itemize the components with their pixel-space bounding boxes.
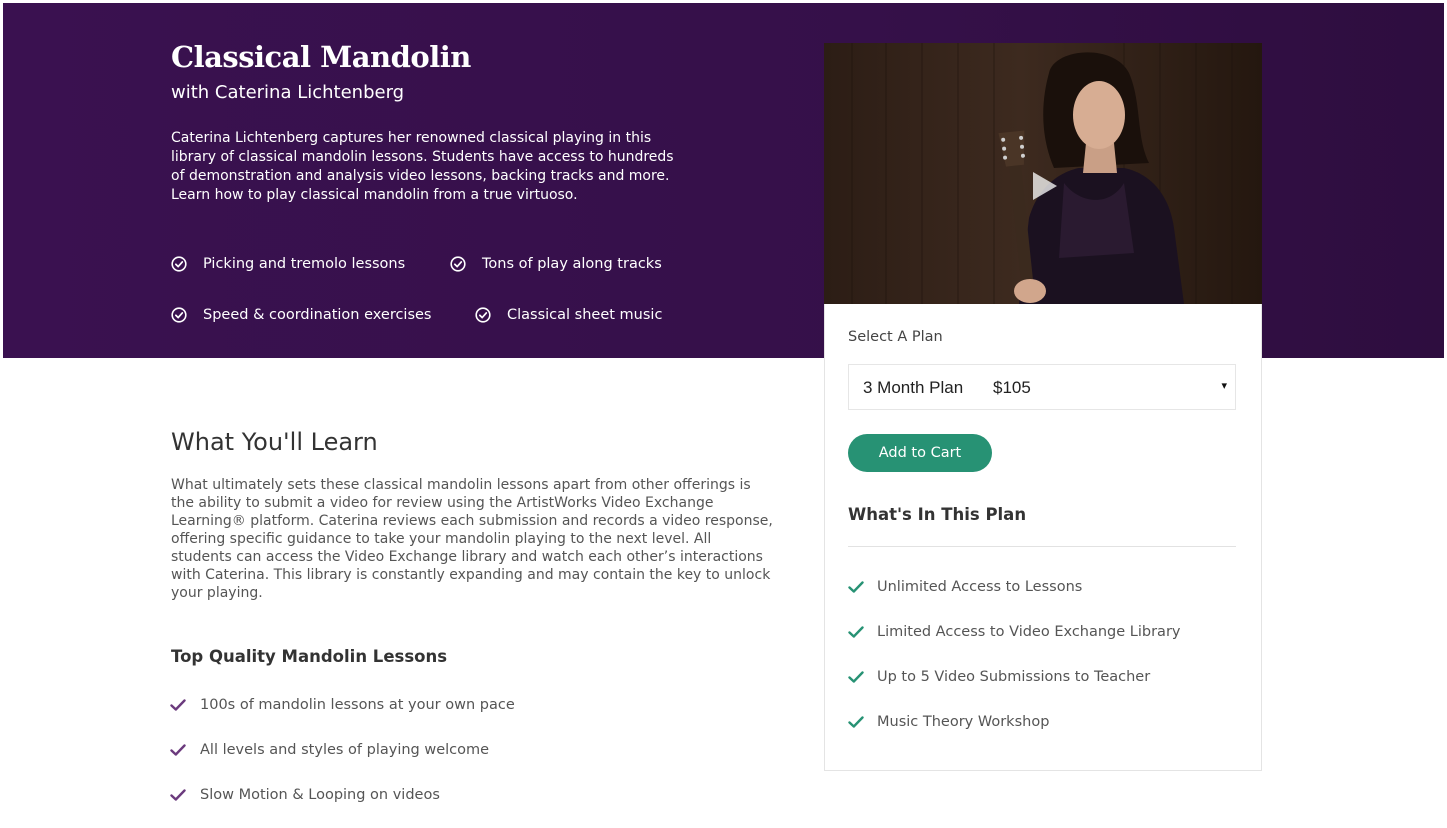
quality-item: Slow Motion & Looping on videos — [170, 787, 440, 803]
check-icon — [848, 626, 864, 638]
plan-feature-item: Up to 5 Video Submissions to Teacher — [848, 669, 1150, 685]
check-icon — [848, 671, 864, 683]
check-icon — [848, 716, 864, 728]
course-title: Classical Mandolin — [171, 40, 471, 74]
plan-feature-label: Music Theory Workshop — [877, 714, 1050, 730]
feature-label: Tons of play along tracks — [482, 256, 662, 272]
feature-item: Speed & coordination exercises — [171, 307, 432, 323]
selected-plan-name: 3 Month Plan — [863, 378, 964, 397]
quality-item: 100s of mandolin lessons at your own pac… — [170, 697, 515, 713]
learn-section-title: What You'll Learn — [171, 428, 378, 456]
chevron-down-icon: ▾ — [1221, 380, 1227, 392]
select-plan-label: Select A Plan — [848, 329, 943, 345]
plan-contents-heading: What's In This Plan — [848, 505, 1027, 524]
plan-feature-item: Limited Access to Video Exchange Library — [848, 624, 1181, 640]
check-circle-icon — [475, 307, 491, 323]
feature-label: Speed & coordination exercises — [203, 307, 432, 323]
add-to-cart-button[interactable]: Add to Cart — [848, 434, 992, 472]
check-icon — [848, 581, 864, 593]
learn-section-body: What ultimately sets these classical man… — [171, 477, 773, 601]
plan-feature-label: Up to 5 Video Submissions to Teacher — [877, 669, 1151, 685]
check-circle-icon — [450, 256, 466, 272]
check-icon — [170, 744, 186, 756]
quality-item-label: All levels and styles of playing welcome — [200, 742, 490, 758]
quality-item-label: Slow Motion & Looping on videos — [200, 787, 440, 803]
course-subtitle: with Caterina Lichtenberg — [171, 82, 405, 103]
check-circle-icon — [171, 307, 187, 323]
plan-feature-label: Limited Access to Video Exchange Library — [877, 624, 1181, 640]
check-circle-icon — [171, 256, 187, 272]
check-icon — [170, 789, 186, 801]
plan-feature-item: Music Theory Workshop — [848, 714, 1049, 730]
feature-item: Classical sheet music — [475, 307, 662, 323]
course-description: Caterina Lichtenberg captures her renown… — [171, 130, 674, 203]
feature-label: Picking and tremolo lessons — [203, 256, 406, 272]
feature-item: Picking and tremolo lessons — [171, 256, 405, 272]
feature-item: Tons of play along tracks — [450, 256, 662, 272]
play-icon[interactable] — [1020, 163, 1066, 209]
divider — [848, 546, 1236, 547]
plan-feature-item: Unlimited Access to Lessons — [848, 579, 1082, 595]
plan-feature-label: Unlimited Access to Lessons — [877, 579, 1083, 595]
quality-item: All levels and styles of playing welcome — [170, 742, 489, 758]
plan-dropdown[interactable]: 3 Month Plan $105 ▾ — [848, 364, 1236, 410]
feature-label: Classical sheet music — [507, 307, 663, 323]
quality-item-label: 100s of mandolin lessons at your own pac… — [200, 697, 515, 713]
check-icon — [170, 699, 186, 711]
quality-section-title: Top Quality Mandolin Lessons — [171, 647, 448, 666]
selected-plan-price: $105 — [993, 378, 1031, 397]
